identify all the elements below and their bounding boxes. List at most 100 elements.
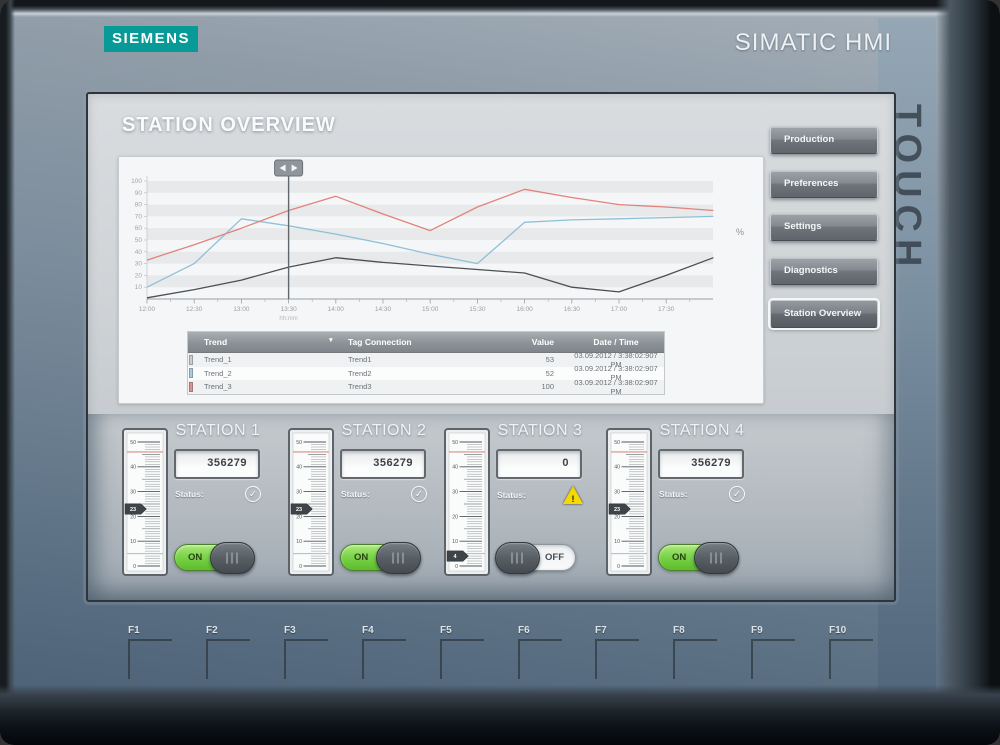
hmi-screen: STATION OVERVIEW 10 20 30 40 50 60 70 80… (86, 92, 896, 602)
cell-trend: Trend_1 (188, 355, 348, 364)
station-value-display: 356279 (658, 449, 744, 479)
hmi-device: TOUCH SIEMENS SIMATIC HMI STATION OVERVI… (0, 0, 1000, 745)
cell-value: 53 (508, 355, 568, 364)
function-key-f8[interactable]: F8 (673, 625, 733, 679)
trend-chart[interactable]: 10 20 30 40 50 60 70 80 90 100 12:00 12:… (119, 159, 765, 329)
status-ok-icon: ✓ (729, 486, 745, 502)
function-key-label: F6 (518, 625, 578, 636)
toggle-knob[interactable] (376, 542, 421, 574)
cell-tag: Trend2 (348, 369, 508, 378)
toggle-state-label: ON (188, 552, 202, 563)
function-key-label: F2 (206, 625, 266, 636)
svg-text:12:30: 12:30 (186, 306, 203, 313)
station-value-display: 356279 (340, 449, 426, 479)
svg-text:10: 10 (614, 539, 620, 545)
toggle-grip-icon (226, 553, 240, 564)
svg-text:40: 40 (135, 249, 143, 256)
station-title: STATION 3 (488, 422, 592, 440)
function-key-bracket (751, 639, 795, 679)
station-4: 0 10 20 30 40 50 23 STATION 4 356279 Sta… (604, 425, 776, 595)
svg-text:30: 30 (452, 490, 458, 496)
cell-value: 100 (508, 382, 568, 391)
svg-text:0: 0 (617, 564, 620, 570)
sort-caret-icon[interactable]: ▼ (328, 337, 334, 344)
station-2-slider[interactable]: 0 10 20 30 40 50 23 (288, 428, 334, 576)
svg-text:90: 90 (135, 190, 143, 197)
status-ok-icon: ✓ (411, 486, 427, 502)
function-key-f1[interactable]: F1 (128, 625, 188, 679)
svg-text:23: 23 (296, 507, 302, 513)
nav-button-production[interactable]: Production (770, 126, 878, 154)
station-1-toggle[interactable]: ON (174, 544, 254, 571)
svg-text:23: 23 (614, 507, 620, 513)
svg-text:10: 10 (296, 539, 302, 545)
svg-text:30: 30 (130, 490, 136, 496)
function-key-f2[interactable]: F2 (206, 625, 266, 679)
cell-value: 52 (508, 369, 568, 378)
nav-button-preferences[interactable]: Preferences (770, 170, 878, 198)
station-status-row: Status: ! (497, 486, 583, 504)
column-header-trend[interactable]: Trend▼ (188, 337, 348, 347)
nav-button-station-overview[interactable]: Station Overview (770, 300, 878, 328)
station-status-row: Status: ✓ (659, 486, 745, 502)
function-key-f4[interactable]: F4 (362, 625, 422, 679)
function-key-f3[interactable]: F3 (284, 625, 344, 679)
toggle-knob[interactable] (495, 542, 540, 574)
station-title: STATION 1 (166, 422, 270, 440)
stations-area: 0 10 20 30 40 50 23 STATION 1 356279 Sta… (88, 414, 894, 600)
station-3-toggle[interactable]: OFF (496, 544, 576, 571)
svg-text:40: 40 (296, 465, 302, 471)
function-key-label: F5 (440, 625, 500, 636)
station-4-toggle[interactable]: ON (658, 544, 738, 571)
svg-text:12:00: 12:00 (139, 306, 156, 313)
svg-text:13:00: 13:00 (233, 306, 250, 313)
svg-text:30: 30 (614, 490, 620, 496)
svg-text:40: 40 (130, 465, 136, 471)
svg-text:40: 40 (614, 465, 620, 471)
station-2-toggle[interactable]: ON (340, 544, 420, 571)
function-key-label: F9 (751, 625, 811, 636)
station-4-slider[interactable]: 0 10 20 30 40 50 23 (606, 428, 652, 576)
station-3-slider[interactable]: 0 10 20 30 40 50 4 (444, 428, 490, 576)
function-key-f9[interactable]: F9 (751, 625, 811, 679)
station-1-slider[interactable]: 0 10 20 30 40 50 23 (122, 428, 168, 576)
function-key-f5[interactable]: F5 (440, 625, 500, 679)
cell-trend: Trend_2 (188, 369, 348, 378)
function-key-label: F7 (595, 625, 655, 636)
svg-text:10: 10 (452, 539, 458, 545)
column-header-datetime: Date / Time (568, 337, 664, 347)
function-key-bracket (673, 639, 717, 679)
svg-text:30: 30 (296, 490, 302, 496)
function-key-label: F8 (673, 625, 733, 636)
chart-cursor-handle[interactable] (275, 160, 303, 176)
svg-text:16:00: 16:00 (516, 306, 533, 313)
svg-text:20: 20 (135, 272, 143, 279)
function-key-f7[interactable]: F7 (595, 625, 655, 679)
function-key-label: F3 (284, 625, 344, 636)
function-key-bracket (128, 639, 172, 679)
svg-text:20: 20 (130, 514, 136, 520)
svg-text:17:00: 17:00 (611, 306, 628, 313)
product-name: SIMATIC HMI (696, 29, 892, 57)
nav-button-settings[interactable]: Settings (770, 213, 878, 241)
function-key-bracket (518, 639, 562, 679)
svg-text:50: 50 (135, 237, 143, 244)
toggle-knob[interactable] (694, 542, 739, 574)
toggle-knob[interactable] (210, 542, 255, 574)
svg-text:0: 0 (133, 564, 136, 570)
svg-text:15:30: 15:30 (469, 306, 486, 313)
nav-button-diagnostics[interactable]: Diagnostics (770, 257, 878, 285)
toggle-grip-icon (392, 553, 406, 564)
trend-table-body: Trend_1 Trend1 53 03.09.2012 / 3:38:02:9… (188, 353, 664, 394)
svg-text:20: 20 (614, 514, 620, 520)
function-key-f6[interactable]: F6 (518, 625, 578, 679)
svg-text:0: 0 (299, 564, 302, 570)
bezel-bottom-edge (0, 685, 1000, 745)
bezel-top-edge (0, 0, 1000, 17)
station-status-row: Status: ✓ (175, 486, 261, 502)
function-key-f10[interactable]: F10 (829, 625, 889, 679)
svg-text:70: 70 (135, 213, 143, 220)
station-status-row: Status: ✓ (341, 486, 427, 502)
svg-text:30: 30 (135, 261, 143, 268)
svg-text:17:30: 17:30 (658, 306, 675, 313)
